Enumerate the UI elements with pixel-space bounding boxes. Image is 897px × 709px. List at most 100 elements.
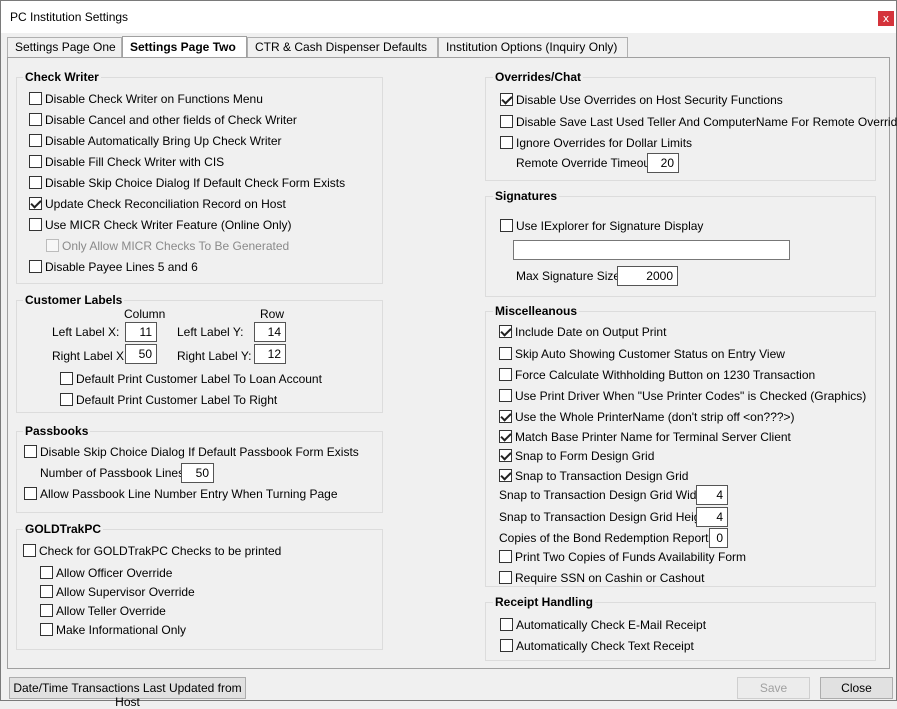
checkbox-box[interactable] [24, 445, 37, 458]
checkbox-box[interactable] [499, 347, 512, 360]
check-writer-title: Check Writer [23, 70, 101, 84]
remote-override-timeout-label: Remote Override Timeout [516, 156, 654, 170]
checkbox-box[interactable] [500, 219, 513, 232]
checkbox-box[interactable] [29, 155, 42, 168]
checkbox-label: Disable Skip Choice Dialog If Default Pa… [40, 445, 359, 459]
max-signature-size-label: Max Signature Size [516, 269, 621, 283]
checkbox-box[interactable] [29, 197, 42, 210]
checkbox-box[interactable] [499, 550, 512, 563]
checkbox-label: Skip Auto Showing Customer Status on Ent… [515, 347, 785, 361]
tab-settings-page-two[interactable]: Settings Page Two [122, 36, 247, 58]
checkbox-box[interactable] [29, 260, 42, 273]
misc-title: Miscelleanous [493, 304, 580, 318]
checkbox-label: Require SSN on Cashin or Cashout [515, 571, 705, 585]
checkbox-label: Automatically Check Text Receipt [516, 639, 694, 653]
checkbox-label: Snap to Transaction Design Grid [515, 469, 689, 483]
grid-height-input[interactable]: 4 [696, 507, 728, 527]
tab-settings-page-one[interactable]: Settings Page One [7, 37, 122, 57]
close-icon[interactable]: x [878, 11, 894, 26]
column-header: Column [124, 307, 166, 321]
checkbox-label: Include Date on Output Print [515, 325, 667, 339]
checkbox-label: Automatically Check E-Mail Receipt [516, 618, 707, 632]
window-title: PC Institution Settings [10, 10, 129, 24]
goldtrak-title: GOLDTrakPC [23, 522, 104, 536]
checkbox-label: Force Calculate Withholding Button on 12… [515, 368, 816, 382]
checkbox-label: Allow Teller Override [56, 604, 166, 618]
checkbox-label: Disable Fill Check Writer with CIS [45, 155, 225, 169]
tab-institution-options[interactable]: Institution Options (Inquiry Only) [438, 37, 628, 57]
checkbox-box[interactable] [40, 604, 53, 617]
checkbox-label: Disable Save Last Used Teller And Comput… [516, 115, 897, 129]
checkbox-label: Disable Skip Choice Dialog If Default Ch… [45, 176, 346, 190]
checkbox-box[interactable] [499, 389, 512, 402]
checkbox-box[interactable] [500, 115, 513, 128]
checkbox-box[interactable] [60, 393, 73, 406]
right-label-x-label: Right Label X: [52, 349, 128, 363]
checkbox-label: Ignore Overrides for Dollar Limits [516, 136, 693, 150]
grid-width-input[interactable]: 4 [696, 485, 728, 505]
checkbox-box[interactable] [29, 218, 42, 231]
passbook-lines-label: Number of Passbook Lines [40, 466, 185, 480]
checkbox-label: Allow Officer Override [56, 566, 173, 580]
checkbox-box[interactable] [24, 487, 37, 500]
left-label-x-label: Left Label X: [52, 325, 120, 339]
checkbox-box[interactable] [499, 368, 512, 381]
checkbox-box[interactable] [40, 566, 53, 579]
left-label-y-label: Left Label Y: [177, 325, 244, 339]
checkbox-label: Make Informational Only [56, 623, 187, 637]
right-label-x-input[interactable]: 50 [125, 344, 157, 364]
checkbox-box[interactable] [499, 469, 512, 482]
checkbox-box[interactable] [29, 113, 42, 126]
left-label-x-input[interactable]: 11 [125, 322, 157, 342]
checkbox-label: Use Print Driver When "Use Printer Codes… [515, 389, 867, 403]
checkbox-box[interactable] [499, 325, 512, 338]
checkbox-label: Match Base Printer Name for Terminal Ser… [515, 430, 791, 444]
remote-override-timeout-input[interactable]: 20 [647, 153, 679, 173]
checkbox-box[interactable] [29, 92, 42, 105]
grid-width-label: Snap to Transaction Design Grid Width [499, 488, 707, 502]
overrides-title: Overrides/Chat [493, 70, 584, 84]
checkbox-label: Only Allow MICR Checks To Be Generated [62, 239, 290, 253]
checkbox-box[interactable] [60, 372, 73, 385]
checkbox-label: Use the Whole PrinterName (don't strip o… [515, 410, 795, 424]
right-label-y-label: Right Label Y: [177, 349, 252, 363]
signature-path-input[interactable] [513, 240, 790, 260]
checkbox-box[interactable] [499, 571, 512, 584]
checkbox-label: Snap to Form Design Grid [515, 449, 655, 463]
datetime-transactions-button[interactable]: Date/Time Transactions Last Updated from… [9, 677, 246, 709]
checkbox-label: Disable Use Overrides on Host Security F… [516, 93, 783, 107]
checkbox-box[interactable] [40, 585, 53, 598]
left-label-y-input[interactable]: 14 [254, 322, 286, 342]
checkbox-label: Use IExplorer for Signature Display [516, 219, 704, 233]
checkbox-box[interactable] [499, 449, 512, 462]
checkbox-label: Disable Payee Lines 5 and 6 [45, 260, 198, 274]
tab-ctr-cash-dispenser[interactable]: CTR & Cash Dispenser Defaults [247, 37, 438, 57]
close-button[interactable]: Close [820, 677, 893, 699]
checkbox-label: Check for GOLDTrakPC Checks to be printe… [39, 544, 282, 558]
checkbox-box[interactable] [499, 430, 512, 443]
checkbox-box[interactable] [499, 410, 512, 423]
checkbox-box[interactable] [29, 176, 42, 189]
checkbox-box[interactable] [500, 639, 513, 652]
grid-height-label: Snap to Transaction Design Grid Height [499, 510, 711, 524]
checkbox-label: Allow Supervisor Override [56, 585, 195, 599]
checkbox-box[interactable] [23, 544, 36, 557]
checkbox-box[interactable] [500, 136, 513, 149]
checkbox-label: Default Print Customer Label To Loan Acc… [76, 372, 322, 386]
receipt-title: Receipt Handling [493, 595, 596, 609]
max-signature-size-input[interactable]: 2000 [617, 266, 678, 286]
checkbox-box[interactable] [40, 623, 53, 636]
checkbox-label: Disable Cancel and other fields of Check… [45, 113, 297, 127]
title-bar: PC Institution Settings x [1, 1, 896, 33]
right-label-y-input[interactable]: 12 [254, 344, 286, 364]
passbook-lines-input[interactable]: 50 [181, 463, 214, 483]
checkbox-box[interactable] [29, 134, 42, 147]
checkbox-box[interactable] [500, 93, 513, 106]
save-button[interactable]: Save [737, 677, 810, 699]
checkbox-box [46, 239, 59, 252]
checkbox-label: Print Two Copies of Funds Availability F… [515, 550, 746, 564]
customer-labels-title: Customer Labels [23, 293, 125, 307]
bond-copies-input[interactable]: 0 [709, 528, 728, 548]
bond-copies-label: Copies of the Bond Redemption Report [499, 531, 709, 545]
checkbox-box[interactable] [500, 618, 513, 631]
